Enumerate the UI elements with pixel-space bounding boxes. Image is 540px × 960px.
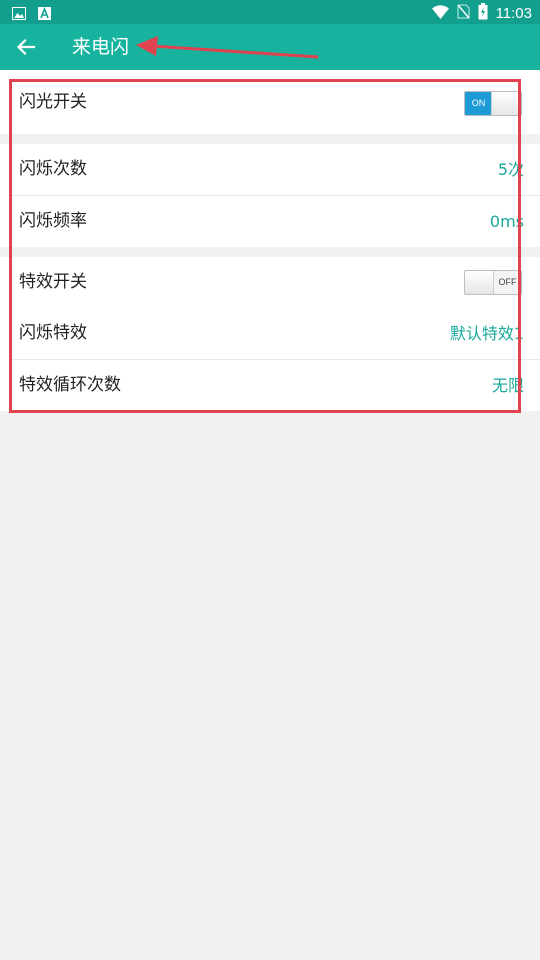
wifi-icon [431,4,449,23]
effect-loop-count-label: 特效循环次数 [19,375,121,395]
flash-effect-value: 默认特效1 [449,324,524,343]
effect-loop-count-row[interactable]: 特效循环次数 无限 [0,360,540,411]
flash-effect-label: 闪烁特效 [19,323,87,343]
effect-loop-count-value: 无限 [491,376,524,395]
toggle-on-text: ON [465,92,492,115]
toggle-knob [491,92,521,115]
toggle-knob [465,271,494,294]
settings-list: 闪光开关 ON 闪烁次数 5次 闪烁频率 0ms 特效开关 OFF 闪烁特效 默… [0,70,540,411]
flash-switch-label: 闪光开关 [19,92,87,112]
a-notification-icon [38,5,51,24]
arrow-back-icon[interactable] [14,35,38,59]
flash-frequency-row[interactable]: 闪烁频率 0ms [0,196,540,247]
status-bar: 11:03 [0,0,540,24]
flash-frequency-value: 0ms [489,212,524,231]
flash-count-value: 5次 [497,160,524,179]
toggle-off-text: OFF [498,277,517,287]
effect-group: 特效开关 OFF 闪烁特效 默认特效1 特效循环次数 无限 [0,257,540,411]
effect-switch-label: 特效开关 [19,272,87,292]
flash-switch-group: 闪光开关 ON [0,70,540,134]
flash-effect-row[interactable]: 闪烁特效 默认特效1 [0,308,540,359]
effect-switch-toggle[interactable]: OFF [464,270,522,295]
flash-count-row[interactable]: 闪烁次数 5次 [0,144,540,195]
battery-charging-icon [478,3,488,24]
image-icon [12,5,26,24]
effect-switch-row[interactable]: 特效开关 OFF [0,257,540,308]
status-time: 11:03 [495,5,532,22]
flash-switch-row[interactable]: 闪光开关 ON [0,70,540,134]
flash-frequency-label: 闪烁频率 [19,211,87,231]
flash-count-label: 闪烁次数 [19,159,87,179]
flash-params-group: 闪烁次数 5次 闪烁频率 0ms [0,144,540,247]
page-title: 来电闪 [72,36,130,58]
app-bar: 来电闪 [0,24,540,70]
flash-switch-toggle[interactable]: ON [464,91,522,116]
no-sim-icon [456,4,470,23]
